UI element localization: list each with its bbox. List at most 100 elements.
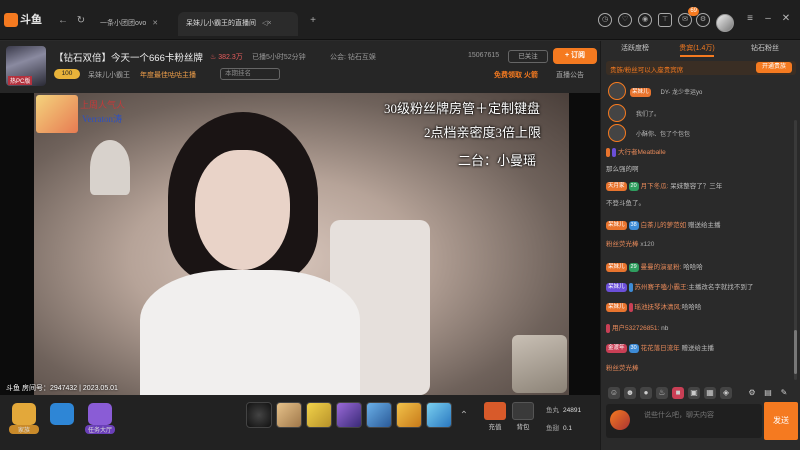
fish-fin-balance: 鱼翅 0.1	[546, 425, 573, 432]
back-arrow-icon[interactable]: ←	[56, 14, 70, 28]
backpack-icon[interactable]	[512, 402, 534, 420]
gift-item-3[interactable]	[336, 402, 362, 428]
chat-message: 呆妹儿 瑶池抚琴沐清风:哈哈哈	[606, 302, 702, 312]
send-button[interactable]: 发送	[764, 402, 798, 440]
chat-avatar-icon	[610, 410, 630, 430]
fan-icon[interactable]: ☺	[608, 387, 620, 399]
follow-button[interactable]: 已关注	[508, 50, 548, 63]
red-envelope-icon[interactable]: ■	[672, 387, 684, 399]
overlay-line-2: 2点档亲密度3倍上限	[424, 125, 542, 140]
chat-message: 天月家 20 月下冬瓜: 呆妹整容了？三年	[606, 181, 723, 191]
tab-controls-icon[interactable]: ◁×	[262, 20, 271, 27]
gift-gold-bar[interactable]	[396, 402, 422, 428]
fan-badge: 呆妹儿	[630, 87, 651, 97]
refresh-icon[interactable]: ↻	[74, 14, 88, 28]
cat-sticker	[512, 335, 567, 393]
emoji-icon[interactable]: ☻	[624, 387, 636, 399]
vip-avatar	[608, 104, 626, 122]
message-icon[interactable]: ✉ 69	[678, 7, 699, 27]
chat-message: 粉丝荧光棒 x120	[606, 241, 655, 248]
room-title: 【钻石双倍】今天一个666卡粉丝牌	[54, 53, 203, 64]
tab-activity-rank[interactable]: 活跃度榜	[606, 43, 664, 53]
gift-box-icon[interactable]: ▣	[688, 387, 700, 399]
live-duration: 已播5小时52分钟	[252, 54, 306, 61]
room-watermark: 斗鱼 房间号：2947432 | 2023.05.01	[6, 385, 118, 392]
settings-icon[interactable]: ⚙	[696, 13, 710, 27]
free-fan-badge[interactable]: 免费领取 火箭	[494, 70, 538, 80]
close-window-icon[interactable]: ✕	[780, 13, 792, 27]
heart-icon[interactable]: ♡	[618, 13, 632, 27]
tab-vip[interactable]: 贵宾(1.4万)	[668, 43, 726, 53]
gift-ring-icon[interactable]	[246, 402, 272, 428]
guild-label[interactable]: 公会: 钻石互娱	[330, 52, 376, 62]
level-badge: 100	[54, 69, 80, 79]
chat-settings-icon[interactable]: ⚙	[746, 387, 758, 399]
expand-gifts-icon[interactable]: ⌃	[457, 409, 471, 423]
clock-icon[interactable]: ◷	[598, 13, 612, 27]
fire-icon[interactable]: ♨	[656, 387, 668, 399]
douyu-logo[interactable]: 斗鱼	[4, 10, 48, 30]
gift-item-1[interactable]	[276, 402, 302, 428]
family-trophy-icon[interactable]	[12, 403, 36, 425]
vip-avatar	[608, 124, 626, 142]
gift-item-2[interactable]	[306, 402, 332, 428]
minimize-icon[interactable]: –	[762, 13, 774, 27]
vip-name: 我们了。	[636, 112, 661, 118]
open-noble-button[interactable]: 开通贵族	[756, 62, 792, 73]
sponsor-input[interactable]: 本期挂名	[220, 68, 280, 80]
video-letterbox-right	[569, 93, 600, 395]
vip-name: DY- 龙少幸运yo	[660, 90, 703, 96]
chat-message: 粉丝荧光棒	[606, 365, 639, 372]
sticker-image	[36, 95, 78, 133]
vip-row-2[interactable]: 我们了。	[606, 104, 796, 124]
gift-item-4[interactable]	[366, 402, 392, 428]
heat-count: ♨ 382.3万	[210, 54, 243, 61]
room-id: 15067615	[468, 52, 500, 59]
chat-message: 呆妹儿 29 曼曼的演星粉: 哈哈哈	[606, 262, 703, 272]
notice-link[interactable]: 直播公告	[556, 70, 584, 80]
gift-item-6[interactable]	[426, 402, 452, 428]
recharge-label[interactable]: 充值	[482, 421, 508, 431]
backpack-label[interactable]: 背包	[510, 421, 536, 431]
vip-banner-text: 贵族/粉丝可以入座贵宾席	[610, 67, 684, 74]
game-pad-icon[interactable]: ◈	[720, 387, 732, 399]
tab-active[interactable]: 呆妹儿小霸王的直播间 ◁×	[178, 12, 298, 36]
category-tag[interactable]: 年度最佳咕咕主播	[140, 70, 196, 80]
event-icon[interactable]	[50, 403, 74, 425]
task-hall-label[interactable]: 任务大厅	[85, 425, 115, 434]
new-tab-plus-icon[interactable]: +	[306, 14, 320, 28]
chat-message: 金渡年 30 花花落日流年 赠送给主播	[606, 343, 714, 353]
vip-avatar	[608, 82, 626, 100]
overlay-line-3: 二台：小曼瑶	[458, 153, 537, 168]
sticker-text-1: 上周人气人	[80, 100, 126, 110]
active-tab-indicator	[680, 55, 714, 57]
pin-icon[interactable]: ✎	[778, 387, 790, 399]
family-label[interactable]: 家族	[9, 425, 39, 434]
vip-row-3[interactable]: 小酥你、包了个包包	[606, 124, 796, 144]
tab-diamond-fans[interactable]: 钻石粉丝	[736, 43, 794, 53]
streamer-shirt	[140, 270, 360, 395]
text-size-icon[interactable]: ▤	[762, 387, 774, 399]
game-icon[interactable]: ◉	[638, 13, 652, 27]
vip-row-1[interactable]: 呆妹儿 DY- 龙少幸运yo	[606, 82, 796, 102]
menu-icon[interactable]: ≡	[744, 13, 756, 27]
streamer-name[interactable]: 呆妹儿小霸王	[88, 70, 130, 80]
image-icon[interactable]: ▦	[704, 387, 716, 399]
user-avatar[interactable]	[716, 14, 734, 32]
room-info-bar	[0, 41, 600, 93]
chat-message: 那么强的啊	[606, 166, 639, 173]
shirt-icon[interactable]: ⊤	[658, 13, 672, 27]
streamer-avatar[interactable]: 热PC版	[6, 46, 46, 86]
chat-message: 不登斗鱼了。	[606, 200, 645, 207]
tab-1[interactable]: 一条小团团ovo ✕	[92, 12, 176, 36]
vip-name: 小酥你、包了个包包	[636, 132, 691, 138]
chat-message: 用户532726851: nb	[606, 322, 796, 333]
subscribe-button[interactable]: + 订阅	[553, 48, 597, 64]
recharge-icon[interactable]	[484, 402, 506, 420]
task-hall-icon[interactable]	[88, 403, 112, 425]
close-icon[interactable]: ✕	[152, 20, 158, 27]
bomb-icon[interactable]: ●	[640, 387, 652, 399]
chat-scroll-thumb[interactable]	[794, 330, 797, 374]
streamer-face	[195, 150, 290, 270]
fish-ball-balance: 鱼丸 24891	[546, 407, 582, 414]
